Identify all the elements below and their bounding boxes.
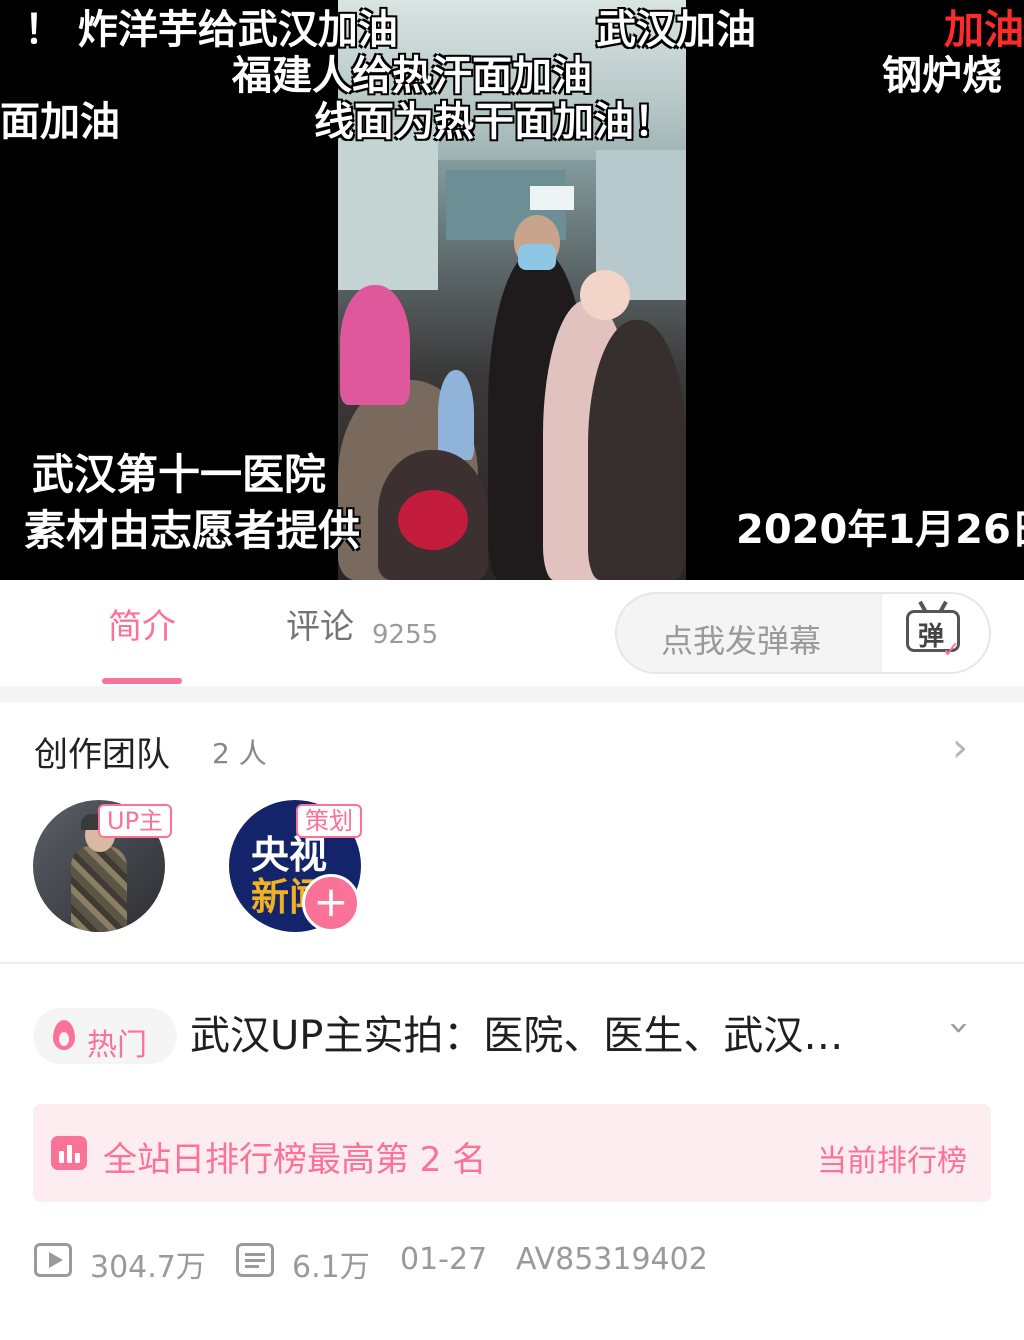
video-caption-date: 2020年1月26日 xyxy=(736,507,1024,553)
plus-icon: + xyxy=(313,877,349,926)
video-title: 武汉UP主实拍：医院、医生、武汉… xyxy=(190,1013,844,1059)
chevron-down-icon[interactable]: › xyxy=(939,1021,980,1035)
flame-icon xyxy=(53,1020,75,1050)
creator-team-title[interactable]: 创作团队 xyxy=(34,727,170,776)
section-gap xyxy=(0,686,1024,702)
danmaku-input-placeholder[interactable]: 点我发弹幕 xyxy=(661,616,821,662)
hot-badge[interactable]: 热门 xyxy=(33,1008,177,1064)
danmaku-comment: 武汉加油 xyxy=(596,7,756,53)
chevron-right-icon[interactable]: › xyxy=(952,728,968,768)
ranking-bar[interactable]: 全站日排行榜最高第 2 名 当前排行榜 xyxy=(33,1104,991,1202)
role-badge-up: UP主 xyxy=(98,804,173,838)
chart-bars-icon xyxy=(51,1136,87,1170)
danmaku-comment: ！ 炸洋芋给武汉加油 xyxy=(24,7,398,53)
follow-plus-button[interactable]: + xyxy=(302,874,360,932)
video-caption-location: 武汉第十一医院 xyxy=(32,450,327,499)
video-player[interactable]: ！ 炸洋芋给武汉加油 武汉加油 加油 福建人给热汗面加油 钢炉烧 面加油 线面为… xyxy=(0,0,1024,580)
av-id: AV85319402 xyxy=(516,1242,708,1277)
role-badge-planner: 策划 xyxy=(296,804,362,838)
hot-label: 热门 xyxy=(87,1028,147,1063)
divider xyxy=(0,962,1024,964)
danmaku-comment: 钢炉烧 xyxy=(882,53,1002,99)
video-caption-source: 素材由志愿者提供 xyxy=(24,506,361,555)
danmaku-comment: 加油 xyxy=(944,7,1024,53)
current-ranking-link[interactable]: 当前排行榜 xyxy=(817,1136,967,1180)
danmaku-comment: 线面为热干面加油！ xyxy=(314,99,674,145)
view-count: 304.7万 xyxy=(90,1250,206,1285)
creator-team-count: 2 人 xyxy=(212,737,267,770)
check-icon: ✓ xyxy=(942,638,961,663)
play-count-icon xyxy=(34,1243,72,1277)
tab-bar: 简介 评论 9255 点我发弹幕 弹 ✓ xyxy=(0,580,1024,686)
active-tab-indicator xyxy=(102,678,182,684)
danmaku-comment: 面加油 xyxy=(0,99,120,145)
tab-intro[interactable]: 简介 xyxy=(108,610,176,644)
danmaku-count-icon xyxy=(236,1243,274,1277)
danmaku-toggle-button[interactable]: 弹 ✓ xyxy=(881,594,989,672)
danmaku-send-box[interactable]: 点我发弹幕 弹 ✓ xyxy=(615,592,991,674)
danmaku-count: 6.1万 xyxy=(292,1250,370,1285)
tab-comments[interactable]: 评论 xyxy=(286,610,354,644)
comments-count: 9255 xyxy=(372,620,439,650)
danmaku-glyph: 弹 xyxy=(918,622,945,652)
publish-date: 01-27 xyxy=(400,1242,488,1277)
ranking-text: 全站日排行榜最高第 2 名 xyxy=(103,1140,487,1180)
danmaku-comment: 福建人给热汗面加油 xyxy=(232,53,592,99)
